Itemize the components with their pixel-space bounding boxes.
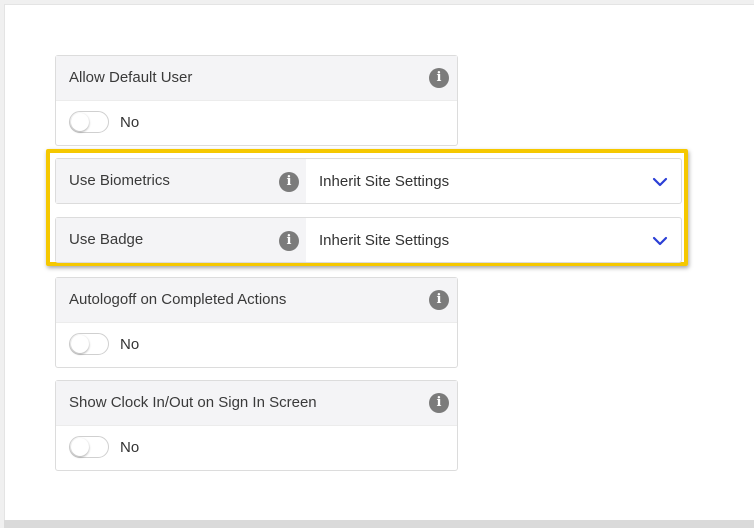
toggle-state-label: No [120,114,140,131]
info-icon[interactable]: i [279,172,299,192]
setting-card-body: No [56,426,457,470]
setting-card-show-clock: Show Clock In/Out on Sign In Screen i No [55,380,458,471]
info-icon[interactable]: i [429,290,449,310]
toggle-knob [71,438,89,456]
setting-title: Autologoff on Completed Actions [69,291,287,308]
use-biometrics-select[interactable]: Inherit Site Settings [319,159,449,205]
setting-card-header: Show Clock In/Out on Sign In Screen i [56,381,457,426]
chevron-down-icon[interactable] [651,232,669,250]
info-icon[interactable]: i [279,231,299,251]
allow-default-user-toggle[interactable] [69,111,109,133]
setting-card-body: No [56,101,457,145]
info-icon[interactable]: i [429,68,449,88]
setting-title: Use Badge [69,231,144,248]
autologoff-toggle[interactable] [69,333,109,355]
toggle-state-label: No [120,439,140,456]
bottom-scroll-edge [4,520,754,528]
toggle-state-label: No [120,336,140,353]
setting-row-use-badge: Use Badge i Inherit Site Settings [55,217,682,263]
setting-card-autologoff: Autologoff on Completed Actions i No [55,277,458,368]
setting-title: Allow Default User [69,69,193,86]
setting-row-label-area: Use Biometrics i [56,159,306,203]
show-clock-toggle[interactable] [69,436,109,458]
use-badge-select[interactable]: Inherit Site Settings [319,218,449,264]
setting-card-allow-default-user: Allow Default User i No [55,55,458,146]
setting-title: Use Biometrics [69,172,170,189]
setting-card-header: Allow Default User i [56,56,457,101]
setting-card-header: Autologoff on Completed Actions i [56,278,457,323]
info-icon[interactable]: i [429,393,449,413]
setting-row-label-area: Use Badge i [56,218,306,262]
toggle-knob [71,335,89,353]
setting-row-use-biometrics: Use Biometrics i Inherit Site Settings [55,158,682,204]
setting-card-body: No [56,323,457,367]
toggle-knob [71,113,89,131]
chevron-down-icon[interactable] [651,173,669,191]
setting-title: Show Clock In/Out on Sign In Screen [69,394,317,411]
